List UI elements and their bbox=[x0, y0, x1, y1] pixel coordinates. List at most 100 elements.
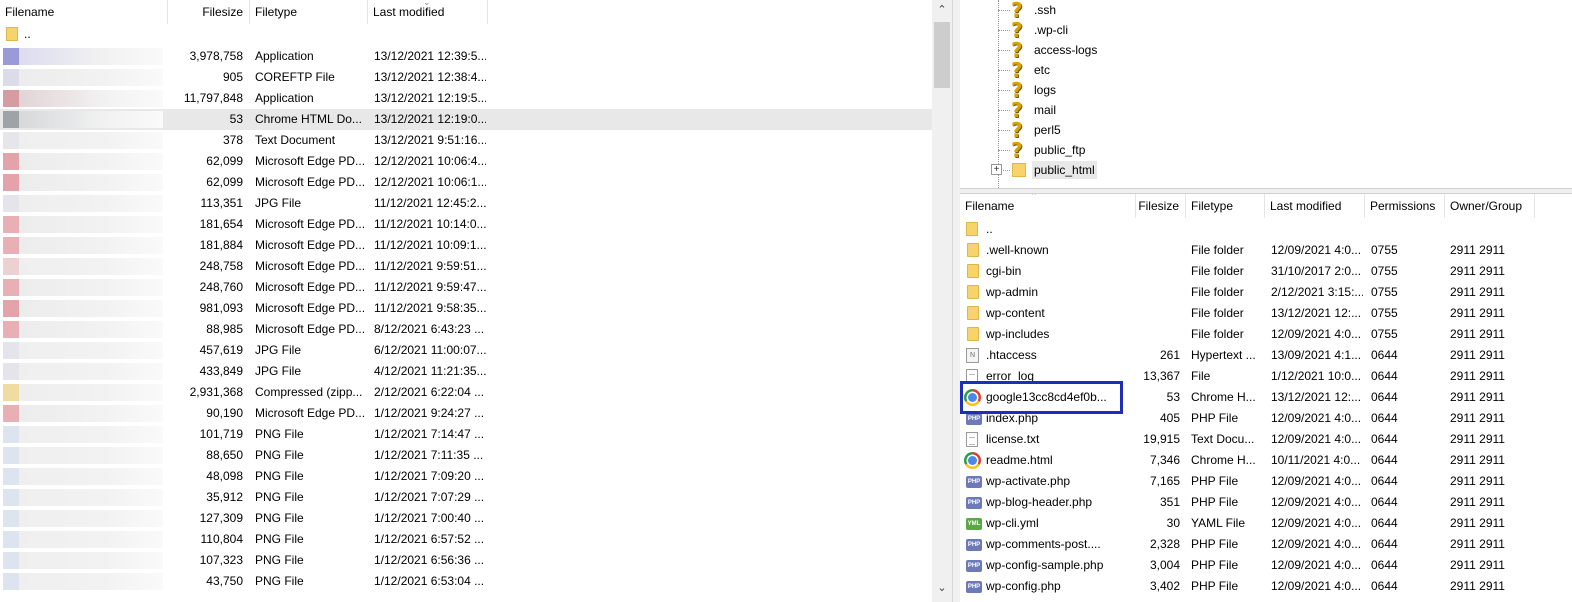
filesize-cell: 7,346 bbox=[1149, 453, 1180, 467]
local-file-row[interactable]: 43,750 PNG File 1/12/2021 6:53:04 ... bbox=[0, 571, 932, 592]
remote-col-permissions[interactable]: Permissions bbox=[1365, 194, 1445, 218]
local-file-row[interactable]: 62,099 Microsoft Edge PD... 12/12/2021 10:… bbox=[0, 172, 932, 193]
filesize-cell: 90,190 bbox=[206, 406, 243, 420]
scroll-thumb[interactable] bbox=[934, 22, 950, 88]
filesize-cell: 7,165 bbox=[1149, 474, 1180, 488]
remote-parent-row[interactable]: .. bbox=[960, 219, 1572, 240]
vertical-splitter[interactable] bbox=[952, 0, 960, 602]
filetype-cell: Application bbox=[255, 91, 314, 105]
remote-col-filesize[interactable]: Filesize bbox=[1136, 194, 1186, 218]
col-label: Filetype bbox=[255, 5, 298, 19]
local-file-row[interactable]: 248,758 Microsoft Edge PD... 11/12/2021 9:… bbox=[0, 256, 932, 277]
local-file-row[interactable]: 88,985 Microsoft Edge PD... 8/12/2021 6:43… bbox=[0, 319, 932, 340]
local-file-row[interactable]: 101,719 PNG File 1/12/2021 7:14:47 ... bbox=[0, 424, 932, 445]
filesize-cell: 261 bbox=[1159, 348, 1180, 362]
local-file-row[interactable]: 181,654 Microsoft Edge PD... 11/12/2021 10… bbox=[0, 214, 932, 235]
modified-cell: 1/12/2021 6:57:52 ... bbox=[374, 532, 485, 546]
local-file-row[interactable]: 53 Chrome HTML Do... 13/12/2021 12:19:0... bbox=[0, 109, 932, 130]
remote-file-row[interactable]: wp-admin File folder 2/12/2021 3:15:... 075… bbox=[960, 282, 1572, 303]
local-col-last-modified[interactable]: ⌄ Last modified bbox=[368, 0, 488, 24]
filename-cell: wp-config.php bbox=[986, 579, 1061, 593]
local-file-row[interactable]: 62,099 Microsoft Edge PD... 12/12/2021 10:… bbox=[0, 151, 932, 172]
remote-file-row[interactable]: wp-content File folder 13/12/2021 12:... 07… bbox=[960, 303, 1572, 324]
modified-cell: 11/12/2021 9:59:47... bbox=[374, 280, 486, 294]
filesize-cell: 181,654 bbox=[199, 217, 243, 231]
local-file-row[interactable]: 48,098 PNG File 1/12/2021 7:09:20 ... bbox=[0, 466, 932, 487]
tree-item-wp-cli[interactable]: ? .wp-cli bbox=[960, 20, 1572, 40]
remote-col-filetype[interactable]: Filetype bbox=[1186, 194, 1265, 218]
remote-directory-tree[interactable]: ? .ssh? .wp-cli? access-logs? etc? logs? mail?… bbox=[960, 0, 1572, 188]
remote-file-row[interactable]: wp-includes File folder 12/09/2021 4:0... 0… bbox=[960, 324, 1572, 345]
owner-group-cell: 2911 2911 bbox=[1450, 495, 1505, 509]
local-file-row[interactable]: 981,093 Microsoft Edge PD... 11/12/2021 9:… bbox=[0, 298, 932, 319]
local-file-row[interactable]: 11,797,848 Application 13/12/2021 12:19:5.… bbox=[0, 88, 932, 109]
modified-cell: 12/09/2021 4:0... bbox=[1271, 516, 1362, 530]
tree-connector bbox=[998, 70, 1010, 71]
filesize-cell: 181,884 bbox=[199, 238, 243, 252]
local-file-row[interactable]: 248,760 Microsoft Edge PD... 11/12/2021 9:… bbox=[0, 277, 932, 298]
local-file-row[interactable]: 90,190 Microsoft Edge PD... 1/12/2021 9:24… bbox=[0, 403, 932, 424]
tree-item-mail[interactable]: ? mail bbox=[960, 100, 1572, 120]
tree-item-access-logs[interactable]: ? access-logs bbox=[960, 40, 1572, 60]
filesize-cell: 88,985 bbox=[206, 322, 243, 336]
remote-file-row[interactable]: license.txt 19,915 Text Docu... 12/09/2021 … bbox=[960, 429, 1572, 450]
tree-item-public-html[interactable]: public_html bbox=[960, 160, 1572, 180]
filetype-cell: COREFTP File bbox=[255, 70, 335, 84]
remote-file-row[interactable]: PHP wp-activate.php 7,165 PHP File 12/09/202… bbox=[960, 471, 1572, 492]
remote-file-row[interactable]: PHP wp-blog-header.php 351 PHP File 12/09/20… bbox=[960, 492, 1572, 513]
local-file-row[interactable]: 107,323 PNG File 1/12/2021 6:56:36 ... bbox=[0, 550, 932, 571]
scroll-up-icon[interactable]: ⌃ bbox=[932, 0, 952, 20]
local-parent-row[interactable]: .. bbox=[0, 24, 932, 45]
tree-item-etc[interactable]: ? etc bbox=[960, 60, 1572, 80]
blur-swatch bbox=[19, 447, 163, 464]
remote-file-row[interactable]: N .htaccess 261 Hypertext ... 13/09/2021 4:1… bbox=[960, 345, 1572, 366]
local-file-row[interactable]: 127,309 PNG File 1/12/2021 7:00:40 ... bbox=[0, 508, 932, 529]
local-file-row[interactable]: 905 COREFTP File 13/12/2021 12:38:4... bbox=[0, 67, 932, 88]
local-file-list[interactable]: Filename Filesize Filetype ⌄ Last modifi… bbox=[0, 0, 932, 602]
local-file-row[interactable]: 3,978,758 Application 13/12/2021 12:39:5..… bbox=[0, 46, 932, 67]
remote-file-row[interactable]: YML wp-cli.yml 30 YAML File 12/09/2021 4:0..… bbox=[960, 513, 1572, 534]
local-col-filetype[interactable]: Filetype bbox=[250, 0, 368, 24]
remote-file-row[interactable]: cgi-bin File folder 31/10/2017 2:0... 0755 2… bbox=[960, 261, 1572, 282]
local-file-row[interactable]: 457,619 JPG File 6/12/2021 11:00:07... bbox=[0, 340, 932, 361]
remote-file-row[interactable]: PHP wp-comments-post.... 2,328 PHP File 12/0… bbox=[960, 534, 1572, 555]
folder-icon bbox=[967, 306, 979, 320]
remote-file-row[interactable]: .well-known File folder 12/09/2021 4:0... 0… bbox=[960, 240, 1572, 261]
owner-group-cell: 2911 2911 bbox=[1450, 579, 1505, 593]
filetype-cell: Hypertext ... bbox=[1191, 348, 1256, 362]
expand-icon[interactable]: + bbox=[991, 164, 1002, 175]
remote-file-row[interactable]: readme.html 7,346 Chrome H... 10/11/2021 4:… bbox=[960, 450, 1572, 471]
tree-item-perl5[interactable]: ? perl5 bbox=[960, 120, 1572, 140]
filetype-cell: PNG File bbox=[255, 511, 304, 525]
owner-group-cell: 2911 2911 bbox=[1450, 243, 1505, 257]
local-file-row[interactable]: 110,804 PNG File 1/12/2021 6:57:52 ... bbox=[0, 529, 932, 550]
local-col-filename[interactable]: Filename bbox=[0, 0, 168, 24]
tree-item-ssh[interactable]: ? .ssh bbox=[960, 0, 1572, 20]
remote-col-owner-group[interactable]: Owner/Group bbox=[1445, 194, 1535, 218]
local-file-row[interactable]: 2,931,368 Compressed (zipp... 2/12/2021 6:… bbox=[0, 382, 932, 403]
scroll-down-icon[interactable]: ⌄ bbox=[932, 578, 952, 598]
local-scrollbar[interactable]: ⌃ ⌄ bbox=[932, 0, 952, 602]
question-icon: ? bbox=[1011, 38, 1023, 62]
local-file-row[interactable]: 181,884 Microsoft Edge PD... 11/12/2021 10… bbox=[0, 235, 932, 256]
redacted-filename bbox=[3, 48, 163, 65]
local-file-row[interactable]: 433,849 JPG File 4/12/2021 11:21:35... bbox=[0, 361, 932, 382]
local-file-row[interactable]: 88,650 PNG File 1/12/2021 7:11:35 ... bbox=[0, 445, 932, 466]
remote-file-row[interactable]: PHP wp-config.php 3,402 PHP File 12/09/2021 … bbox=[960, 576, 1572, 597]
local-file-row[interactable]: 35,912 PNG File 1/12/2021 7:07:29 ... bbox=[0, 487, 932, 508]
filesize-cell: 3,978,758 bbox=[189, 49, 243, 63]
blur-swatch bbox=[19, 384, 163, 401]
remote-col-filename[interactable]: ⌃ Filename bbox=[960, 194, 1136, 218]
remote-file-row[interactable]: PHP wp-config-sample.php 3,004 PHP File 12/0… bbox=[960, 555, 1572, 576]
remote-col-last-modified[interactable]: Last modified bbox=[1265, 194, 1365, 218]
blur-swatch bbox=[3, 510, 19, 527]
blur-swatch bbox=[19, 426, 163, 443]
local-file-row[interactable]: 378 Text Document 13/12/2021 9:51:16... bbox=[0, 130, 932, 151]
modified-cell: 13/12/2021 12:... bbox=[1271, 306, 1362, 320]
tree-item-public-ftp[interactable]: ? public_ftp bbox=[960, 140, 1572, 160]
tree-label: .ssh bbox=[1034, 3, 1057, 17]
local-col-filesize[interactable]: Filesize bbox=[168, 0, 250, 24]
local-file-row[interactable]: 113,351 JPG File 11/12/2021 12:45:2... bbox=[0, 193, 932, 214]
tree-item-logs[interactable]: ? logs bbox=[960, 80, 1572, 100]
php-file-icon: PHP bbox=[966, 497, 982, 509]
